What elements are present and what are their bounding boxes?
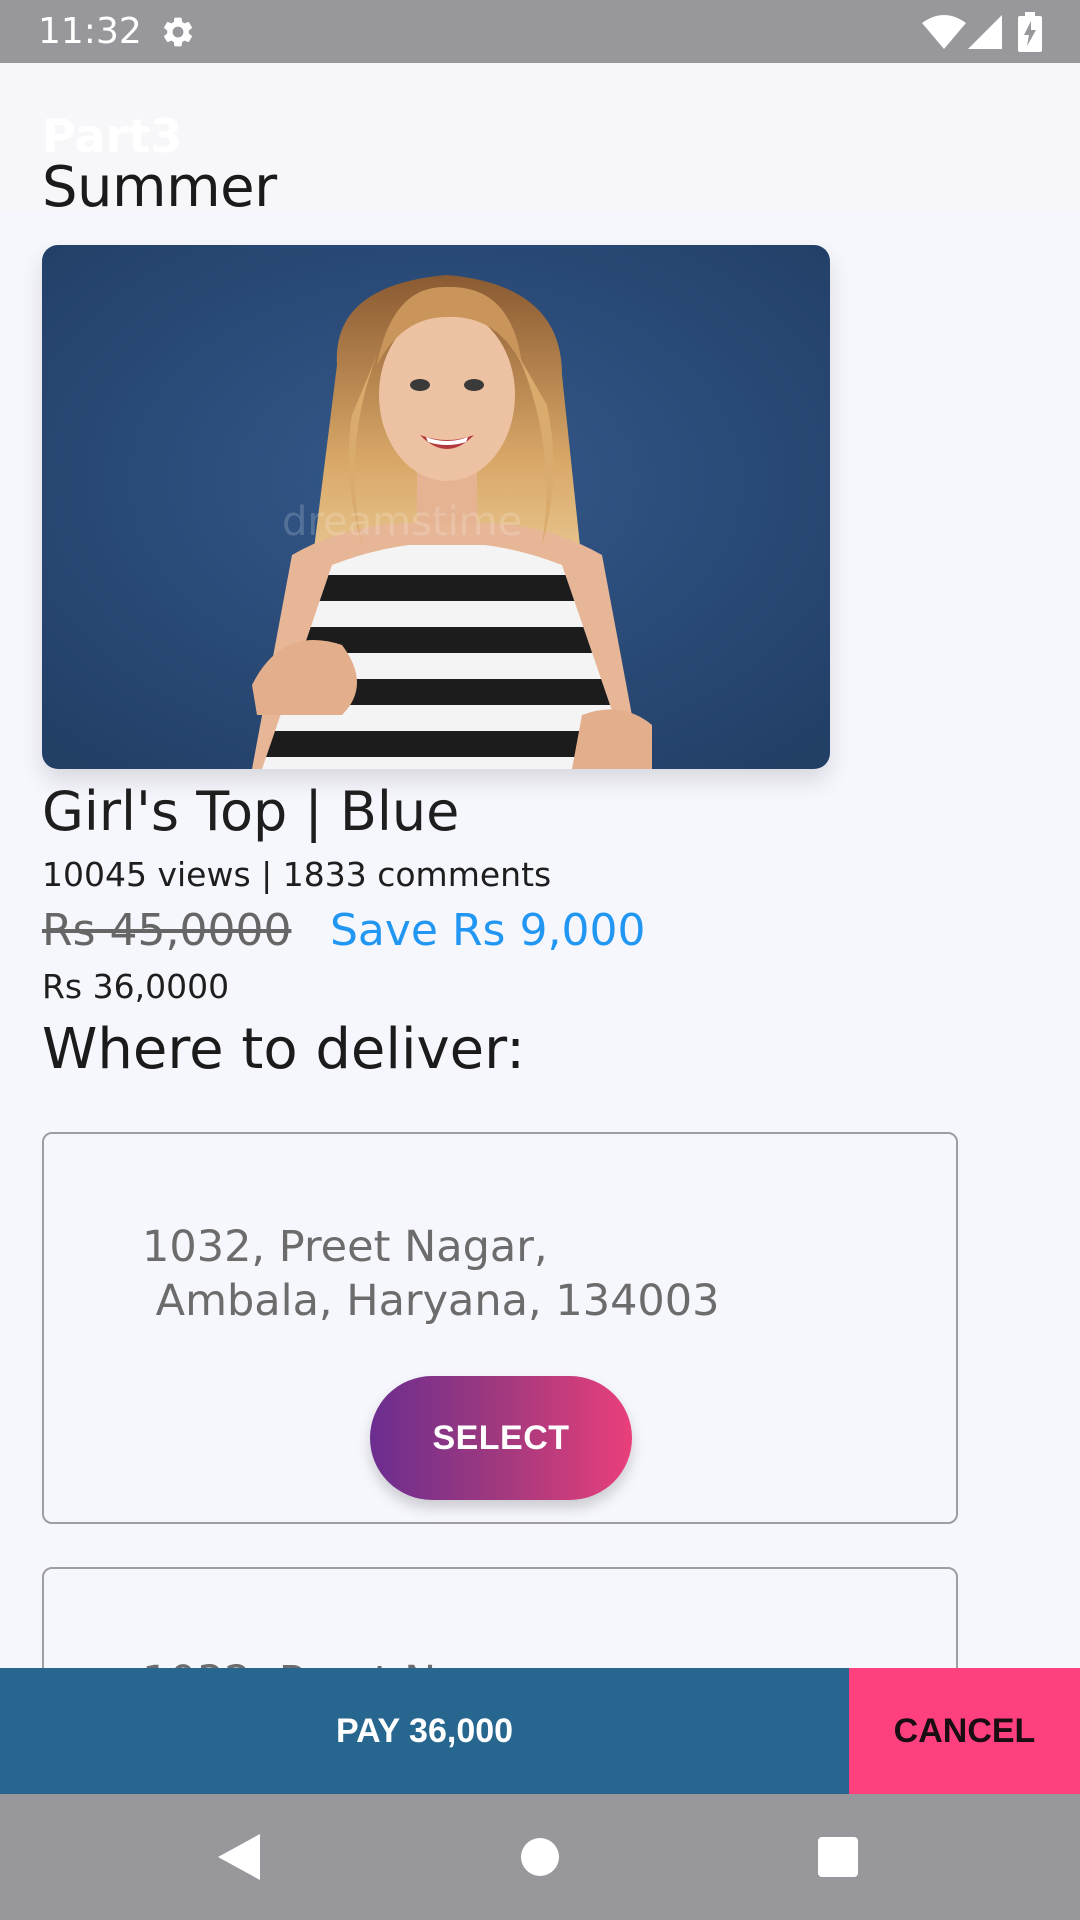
status-bar: 11:32 <box>0 0 1080 63</box>
wifi-icon <box>922 15 966 49</box>
image-watermark: dreamstime <box>282 499 522 545</box>
select-address-button[interactable]: SELECT <box>370 1376 632 1500</box>
address-line1: 1032, Preet Nagar, <box>142 1222 548 1272</box>
section-title: Summer <box>42 155 277 220</box>
header-area: Part3 Summer <box>0 63 1080 220</box>
navigation-bar <box>0 1794 1080 1920</box>
deliver-heading: Where to deliver: <box>42 1017 525 1082</box>
home-icon[interactable] <box>521 1838 559 1876</box>
address-card[interactable]: 1032, Preet Nagar, Ambala, Haryana, 1340… <box>42 1132 958 1524</box>
address-line2: Ambala, Haryana, 134003 <box>142 1276 720 1326</box>
product-image[interactable]: dreamstime <box>42 245 830 769</box>
product-title: Girl's Top | Blue <box>42 780 460 843</box>
pay-button[interactable]: PAY 36,000 <box>0 1668 849 1794</box>
gear-icon <box>160 14 196 50</box>
product-stats: 10045 views | 1833 comments <box>42 855 552 894</box>
new-price: Rs 36,0000 <box>42 967 230 1006</box>
back-icon[interactable] <box>218 1834 260 1880</box>
status-time: 11:32 <box>38 11 142 52</box>
save-amount: Save Rs 9,000 <box>330 905 646 956</box>
recents-icon[interactable] <box>818 1837 858 1877</box>
cancel-button[interactable]: CANCEL <box>849 1668 1080 1794</box>
battery-charging-icon <box>1018 12 1042 52</box>
old-price: Rs 45,0000 <box>42 905 292 956</box>
bottom-action-bar: PAY 36,000 CANCEL <box>0 1668 1080 1794</box>
signal-icon <box>968 15 1002 49</box>
